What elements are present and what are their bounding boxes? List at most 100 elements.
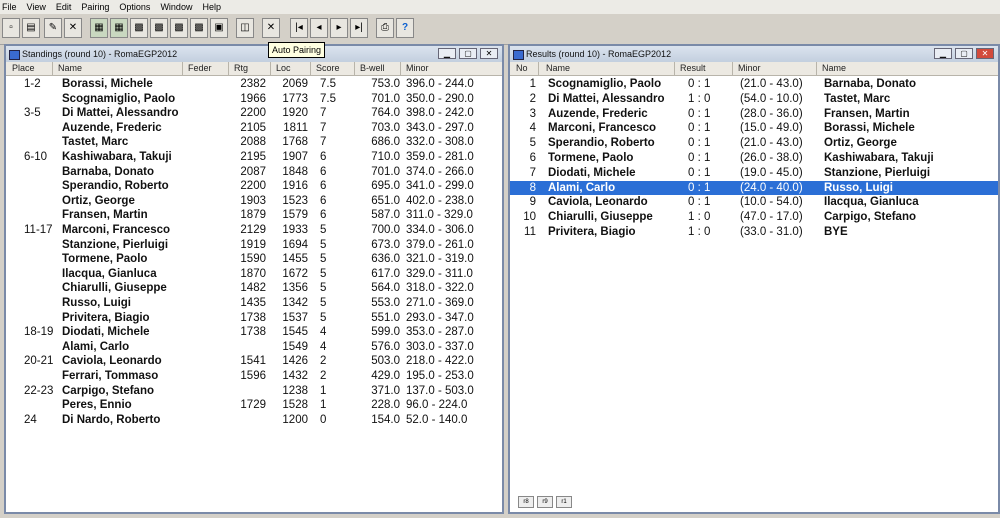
- col-place[interactable]: Place: [12, 62, 35, 75]
- table-row[interactable]: 18-19 Diodati, Michele 1738 1545 4 599.0 353.0…: [6, 325, 502, 340]
- standings-icon[interactable]: ▦: [110, 18, 128, 38]
- last-round-icon[interactable]: ▸|: [350, 18, 368, 38]
- col-loc[interactable]: Loc: [276, 62, 291, 75]
- col-no[interactable]: No: [516, 62, 528, 75]
- help-icon[interactable]: ?: [396, 18, 414, 38]
- minor-cell: 321.0 - 319.0: [406, 253, 474, 266]
- table-row[interactable]: Sperandio, Roberto 2200 1916 6 695.0 341.0 - …: [6, 179, 502, 194]
- loc-cell: 1694: [282, 238, 308, 251]
- col-bwell[interactable]: B-well: [360, 62, 385, 75]
- export-icon[interactable]: ▣: [210, 18, 228, 38]
- name-cell: Di Mattei, Alessandro: [548, 92, 665, 105]
- edit-player-icon[interactable]: ✎: [44, 18, 62, 38]
- col-minor[interactable]: Minor: [406, 62, 429, 75]
- maximize-button[interactable]: ▢: [459, 48, 477, 59]
- result-cell: 0 : 1: [688, 181, 711, 194]
- table-row[interactable]: 6 Tormene, Paolo 0 : 1 (26.0 - 38.0) Kashiwa…: [510, 151, 998, 166]
- menu-window[interactable]: Window: [160, 0, 192, 14]
- players-list-icon[interactable]: ▦: [90, 18, 108, 38]
- rtg-cell: 1596: [240, 370, 266, 382]
- standings-titlebar[interactable]: Standings (round 10) - RomaEGP2012 ▁ ▢ ✕: [6, 46, 502, 62]
- table-row[interactable]: 1 Scognamiglio, Paolo 0 : 1 (21.0 - 43.0) Ba…: [510, 77, 998, 92]
- maximize-button[interactable]: ▢: [955, 48, 973, 59]
- table-view-icon[interactable]: ◫: [236, 18, 254, 38]
- col-score[interactable]: Score: [316, 62, 340, 75]
- table-row[interactable]: 3 Auzende, Frederic 0 : 1 (28.0 - 36.0) Fran…: [510, 107, 998, 122]
- minimize-button[interactable]: ▁: [438, 48, 456, 59]
- col-rtg[interactable]: Rtg: [234, 62, 248, 75]
- place-cell: 3-5: [24, 107, 41, 120]
- table-row[interactable]: 6-10 Kashiwabara, Takuji 2195 1907 6 710.0 359…: [6, 150, 502, 165]
- table-row[interactable]: 11-17 Marconi, Francesco 2129 1933 5 700.0 334…: [6, 223, 502, 238]
- table-row[interactable]: Alami, Carlo 1549 4 576.0 303.0 - 337.0: [6, 340, 502, 355]
- delete-player-icon[interactable]: ✕: [64, 18, 82, 38]
- first-round-icon[interactable]: |◂: [290, 18, 308, 38]
- table-row[interactable]: 24 Di Nardo, Roberto 1200 0 154.0 52.0 - 140.…: [6, 413, 502, 428]
- table-row[interactable]: 2 Di Mattei, Alessandro 1 : 0 (54.0 - 10.0)…: [510, 92, 998, 107]
- page-button[interactable]: r1: [556, 496, 572, 508]
- table-row[interactable]: 3-5 Di Mattei, Alessandro 2200 1920 7 764.0 39…: [6, 106, 502, 121]
- table-row[interactable]: Chiarulli, Giuseppe 1482 1356 5 564.0 318.0 -…: [6, 281, 502, 296]
- table-row[interactable]: Ilacqua, Gianluca 1870 1672 5 617.0 329.0 - 3…: [6, 267, 502, 282]
- table-row[interactable]: 7 Diodati, Michele 0 : 1 (19.0 - 45.0) Stanz…: [510, 166, 998, 181]
- page-button[interactable]: r9: [537, 496, 553, 508]
- menu-help[interactable]: Help: [202, 0, 221, 14]
- col-name[interactable]: Name: [546, 62, 570, 75]
- results-titlebar[interactable]: Results (round 10) - RomaEGP2012 ▁ ▢ ✕: [510, 46, 998, 62]
- opponent-cell: Carpigo, Stefano: [824, 211, 917, 224]
- table-row[interactable]: 8 Alami, Carlo 0 : 1 (24.0 - 40.0) Russo, Lu…: [510, 180, 998, 196]
- minimize-button[interactable]: ▁: [934, 48, 952, 59]
- table-row[interactable]: 22-23 Carpigo, Stefano 1238 1 371.0 137.0 - 5…: [6, 384, 502, 399]
- table-row[interactable]: 20-21 Caviola, Leonardo 1541 1426 2 503.0 218.…: [6, 354, 502, 369]
- menu-view[interactable]: View: [27, 0, 46, 14]
- statistics-icon[interactable]: ▩: [170, 18, 188, 38]
- menu-file[interactable]: File: [2, 0, 17, 14]
- table-row[interactable]: Auzende, Frederic 2105 1811 7 703.0 343.0 - 2…: [6, 121, 502, 136]
- menu-pairing[interactable]: Pairing: [81, 0, 109, 14]
- table-row[interactable]: Fransen, Martin 1879 1579 6 587.0 311.0 - 329…: [6, 208, 502, 223]
- result-cell: 0 : 1: [688, 196, 711, 209]
- table-row[interactable]: Tastet, Marc 2088 1768 7 686.0 332.0 - 308.0: [6, 135, 502, 150]
- new-file-icon[interactable]: ▫: [2, 18, 20, 38]
- table-row[interactable]: Barnaba, Donato 2087 1848 6 701.0 374.0 - 266…: [6, 165, 502, 180]
- table-row[interactable]: 5 Sperandio, Roberto 0 : 1 (21.0 - 43.0) Ort…: [510, 136, 998, 151]
- table-row[interactable]: Ferrari, Tommaso 1596 1432 2 429.0 195.0 - 25…: [6, 369, 502, 384]
- table-row[interactable]: 4 Marconi, Francesco 0 : 1 (15.0 - 49.0) Bor…: [510, 121, 998, 136]
- prev-round-icon[interactable]: ◂: [310, 18, 328, 38]
- table-row[interactable]: Privitera, Biagio 1738 1537 5 551.0 293.0 - 3…: [6, 311, 502, 326]
- results-icon[interactable]: ▩: [150, 18, 168, 38]
- table-row[interactable]: 9 Caviola, Leonardo 0 : 1 (10.0 - 54.0) Ilac…: [510, 195, 998, 210]
- table-row[interactable]: Peres, Ennio 1729 1528 1 228.0 96.0 - 224.0: [6, 398, 502, 413]
- minor-cell: 353.0 - 287.0: [406, 326, 474, 339]
- menu-edit[interactable]: Edit: [56, 0, 72, 14]
- rtg-cell: 1879: [240, 209, 266, 222]
- standings-title: Standings (round 10) - RomaEGP2012: [22, 49, 178, 59]
- close-button[interactable]: ✕: [480, 48, 498, 59]
- col-minor[interactable]: Minor: [738, 62, 761, 75]
- col-name[interactable]: Name: [58, 62, 82, 75]
- pairing-grid-icon[interactable]: ▩: [190, 18, 208, 38]
- table-row[interactable]: 1-2 Borassi, Michele 2382 2069 7.5 753.0 396.0…: [6, 77, 502, 92]
- crosstable-icon[interactable]: ▩: [130, 18, 148, 38]
- auto-pairing-icon[interactable]: ✕: [262, 18, 280, 38]
- window-icon: [9, 50, 20, 60]
- close-button[interactable]: ✕: [976, 48, 994, 59]
- col-name2[interactable]: Name: [822, 62, 846, 75]
- score-cell: 2: [320, 370, 327, 382]
- table-row[interactable]: Ortiz, George 1903 1523 6 651.0 402.0 - 238.0: [6, 194, 502, 209]
- table-row[interactable]: 10 Chiarulli, Giuseppe 1 : 0 (47.0 - 17.0) C…: [510, 210, 998, 225]
- page-button[interactable]: r8: [518, 496, 534, 508]
- table-row[interactable]: Scognamiglio, Paolo 1966 1773 7.5 701.0 350.0…: [6, 92, 502, 107]
- table-row[interactable]: Russo, Luigi 1435 1342 5 553.0 271.0 - 369.0: [6, 296, 502, 311]
- print-icon[interactable]: ⎙: [376, 18, 394, 38]
- table-row[interactable]: 11 Privitera, Biagio 1 : 0 (33.0 - 31.0) BYE: [510, 225, 998, 240]
- table-row[interactable]: Tormene, Paolo 1590 1455 5 636.0 321.0 - 319.…: [6, 252, 502, 267]
- col-feder[interactable]: Feder: [188, 62, 212, 75]
- opponent-cell: Fransen, Martin: [824, 107, 910, 120]
- table-row[interactable]: Stanzione, Pierluigi 1919 1694 5 673.0 379.0 …: [6, 238, 502, 253]
- col-result[interactable]: Result: [680, 62, 706, 75]
- minor-cell: (19.0 - 45.0): [740, 166, 803, 179]
- menu-options[interactable]: Options: [119, 0, 150, 14]
- open-file-icon[interactable]: ▤: [22, 18, 40, 38]
- next-round-icon[interactable]: ▸: [330, 18, 348, 38]
